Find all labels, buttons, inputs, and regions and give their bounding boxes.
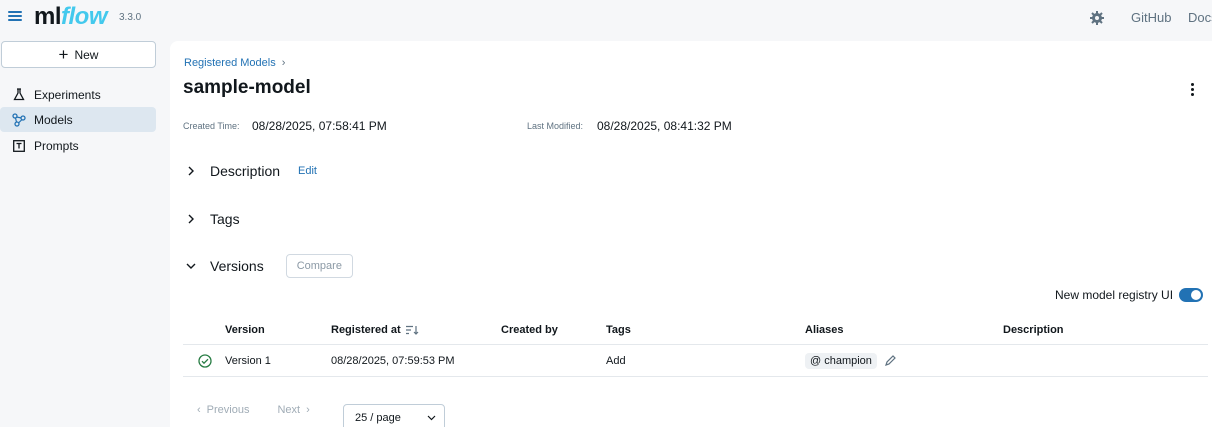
page-title: sample-model xyxy=(183,77,311,98)
description-section-header[interactable]: Description Edit xyxy=(186,163,317,179)
chevron-right-icon: › xyxy=(306,404,310,416)
page-size-value: 25 / page xyxy=(355,411,401,424)
sort-icon[interactable] xyxy=(405,325,419,335)
chevron-right-icon xyxy=(186,214,196,224)
tags-section-header[interactable]: Tags xyxy=(186,211,240,227)
sidebar-item-prompts[interactable]: Prompts xyxy=(0,133,156,158)
new-button-label: New xyxy=(74,47,99,62)
github-link[interactable]: GitHub xyxy=(1131,10,1171,25)
page-size-select[interactable]: 25 / page xyxy=(343,404,445,427)
previous-label: Previous xyxy=(206,404,250,416)
pagination: ‹ Previous Next › xyxy=(197,404,310,416)
version-link[interactable]: Version 1 xyxy=(225,345,271,376)
column-header-registered-at[interactable]: Registered at xyxy=(331,316,419,344)
column-header-aliases: Aliases xyxy=(805,324,844,336)
sidebar-item-label: Prompts xyxy=(34,138,79,153)
sidebar-item-label: Experiments xyxy=(34,87,101,102)
last-modified-label: Last Modified: xyxy=(527,121,584,131)
gear-icon[interactable] xyxy=(1089,10,1105,26)
registered-at-label: Registered at xyxy=(331,324,401,336)
column-header-description: Description xyxy=(1003,324,1064,336)
table-row: Version 1 08/28/2025, 07:59:53 PM Add @ … xyxy=(183,345,1208,377)
versions-table: Version Registered at Created by Tags Al… xyxy=(183,316,1208,377)
chevron-right-icon: › xyxy=(281,57,286,69)
more-options-icon[interactable] xyxy=(1186,81,1198,97)
column-header-created-by: Created by xyxy=(501,324,558,336)
sidebar-item-experiments[interactable]: Experiments xyxy=(0,82,156,107)
created-time-label: Created Time: xyxy=(183,121,240,131)
add-tag-link[interactable]: Add xyxy=(606,345,626,376)
created-time-value: 08/28/2025, 07:58:41 PM xyxy=(252,119,387,133)
next-label: Next xyxy=(277,404,301,416)
description-title: Description xyxy=(210,163,281,179)
prompt-icon xyxy=(12,139,26,153)
column-header-version[interactable]: Version xyxy=(225,316,265,344)
breadcrumb-registered-models[interactable]: Registered Models xyxy=(184,57,276,69)
registered-at-value: 08/28/2025, 07:59:53 PM xyxy=(331,354,455,367)
pencil-icon[interactable] xyxy=(884,354,897,367)
breadcrumb: Registered Models › xyxy=(184,57,285,69)
sidebar-item-label: Models xyxy=(34,112,73,127)
toggle-label: New model registry UI xyxy=(1055,288,1174,302)
models-icon xyxy=(12,112,26,127)
last-modified-value: 08/28/2025, 08:41:32 PM xyxy=(597,119,732,133)
version-label: 3.3.0 xyxy=(119,12,142,23)
mlflow-logo[interactable]: mlflow xyxy=(34,3,108,31)
versions-section-header[interactable]: Versions Compare xyxy=(186,254,353,278)
sidebar-item-models[interactable]: Models xyxy=(0,107,156,132)
aliases-cell: @ champion xyxy=(805,345,897,376)
next-page-button[interactable]: Next › xyxy=(277,404,309,416)
compare-button[interactable]: Compare xyxy=(285,254,353,278)
column-header-tags: Tags xyxy=(606,324,631,336)
ready-status-icon xyxy=(198,345,212,376)
previous-page-button[interactable]: ‹ Previous xyxy=(197,404,249,416)
docs-link[interactable]: Docs xyxy=(1188,10,1212,25)
versions-title: Versions xyxy=(210,258,264,274)
chevron-down-icon xyxy=(427,412,436,424)
tags-title: Tags xyxy=(210,211,240,227)
chevron-down-icon xyxy=(186,261,196,271)
menu-icon[interactable] xyxy=(8,9,22,23)
alias-chip: @ champion xyxy=(805,352,877,369)
new-registry-ui-toggle[interactable] xyxy=(1179,288,1204,302)
table-header-row: Version Registered at Created by Tags Al… xyxy=(183,316,1208,345)
chevron-right-icon xyxy=(186,166,196,176)
edit-description-link[interactable]: Edit xyxy=(298,165,317,177)
main-panel: Registered Models › sample-model Created… xyxy=(170,41,1212,427)
beaker-icon xyxy=(12,88,26,102)
top-bar: mlflow 3.3.0 GitHub Docs xyxy=(0,0,1212,36)
new-button[interactable]: + New xyxy=(1,41,156,68)
plus-icon: + xyxy=(58,44,69,64)
new-registry-ui-toggle-row: New model registry UI xyxy=(1055,288,1204,302)
chevron-left-icon: ‹ xyxy=(197,404,201,416)
